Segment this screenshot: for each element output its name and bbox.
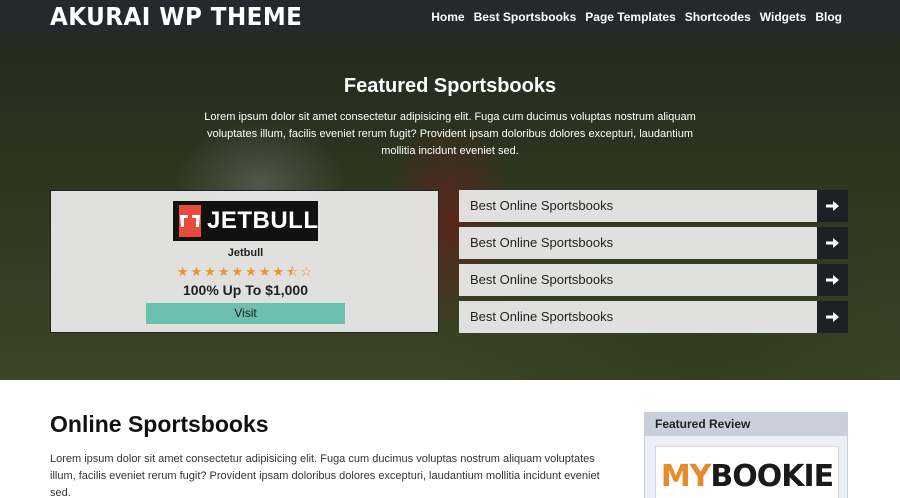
arrow-right-icon[interactable] bbox=[817, 264, 848, 296]
sportsbook-name: Jetbull bbox=[227, 247, 264, 259]
nav-item-widgets[interactable]: Widgets bbox=[760, 10, 807, 24]
nav-item-best-sportsbooks[interactable]: Best Sportsbooks bbox=[474, 10, 577, 24]
arrow-right-icon[interactable] bbox=[817, 190, 848, 222]
nav-item-page-templates[interactable]: Page Templates bbox=[585, 10, 675, 24]
jetbull-logo[interactable]: JETBULL bbox=[173, 201, 318, 241]
hero-title: Featured Sportsbooks bbox=[343, 75, 557, 97]
mybookie-logo-my: MY bbox=[660, 458, 712, 494]
list-item[interactable]: Best Online Sportsbooks bbox=[459, 227, 848, 259]
jetbull-mark-icon bbox=[179, 205, 201, 237]
nav-item-blog[interactable]: Blog bbox=[815, 10, 842, 24]
nav-item-shortcodes[interactable]: Shortcodes bbox=[685, 10, 751, 24]
site-logo[interactable]: AKURAI WP THEME bbox=[50, 2, 302, 32]
main-nav: Home Best Sportsbooks Page Templates Sho… bbox=[431, 0, 842, 33]
site-header: AKURAI WP THEME Home Best Sportsbooks Pa… bbox=[0, 0, 900, 33]
section-text: Lorem ipsum dolor sit amet consectetur a… bbox=[50, 453, 600, 498]
bonus-offer: 100% Up To $1,000 bbox=[182, 282, 309, 298]
list-item-label[interactable]: Best Online Sportsbooks bbox=[459, 301, 817, 333]
arrow-right-icon[interactable] bbox=[817, 301, 848, 333]
list-item[interactable]: Best Online Sportsbooks bbox=[459, 264, 848, 296]
list-item[interactable]: Best Online Sportsbooks bbox=[459, 190, 848, 222]
hero-description: Lorem ipsum dolor sit amet consectetur a… bbox=[204, 111, 696, 157]
list-item-label[interactable]: Best Online Sportsbooks bbox=[459, 264, 817, 296]
jetbull-logo-text: JETBULL bbox=[207, 207, 319, 234]
hero-section: Featured Sportsbooks Lorem ipsum dolor s… bbox=[0, 33, 900, 380]
arrow-right-icon[interactable] bbox=[817, 227, 848, 259]
mybookie-logo-bookie: BOOKIE bbox=[710, 458, 834, 494]
visit-button[interactable]: Visit bbox=[146, 303, 345, 324]
mybookie-logo[interactable]: MY BOOKIE bbox=[655, 446, 839, 498]
widget-title: Featured Review bbox=[645, 413, 847, 436]
section-title: Online Sportsbooks bbox=[50, 411, 269, 437]
list-item-label[interactable]: Best Online Sportsbooks bbox=[459, 227, 817, 259]
list-item[interactable]: Best Online Sportsbooks bbox=[459, 301, 848, 333]
featured-review-widget: Featured Review MY BOOKIE bbox=[644, 412, 848, 498]
nav-item-home[interactable]: Home bbox=[431, 10, 464, 24]
list-item-label[interactable]: Best Online Sportsbooks bbox=[459, 190, 817, 222]
featured-sportsbook-card: JETBULL Jetbull ★★★★★★★★⯪☆ 100% Up To $1… bbox=[50, 190, 439, 333]
